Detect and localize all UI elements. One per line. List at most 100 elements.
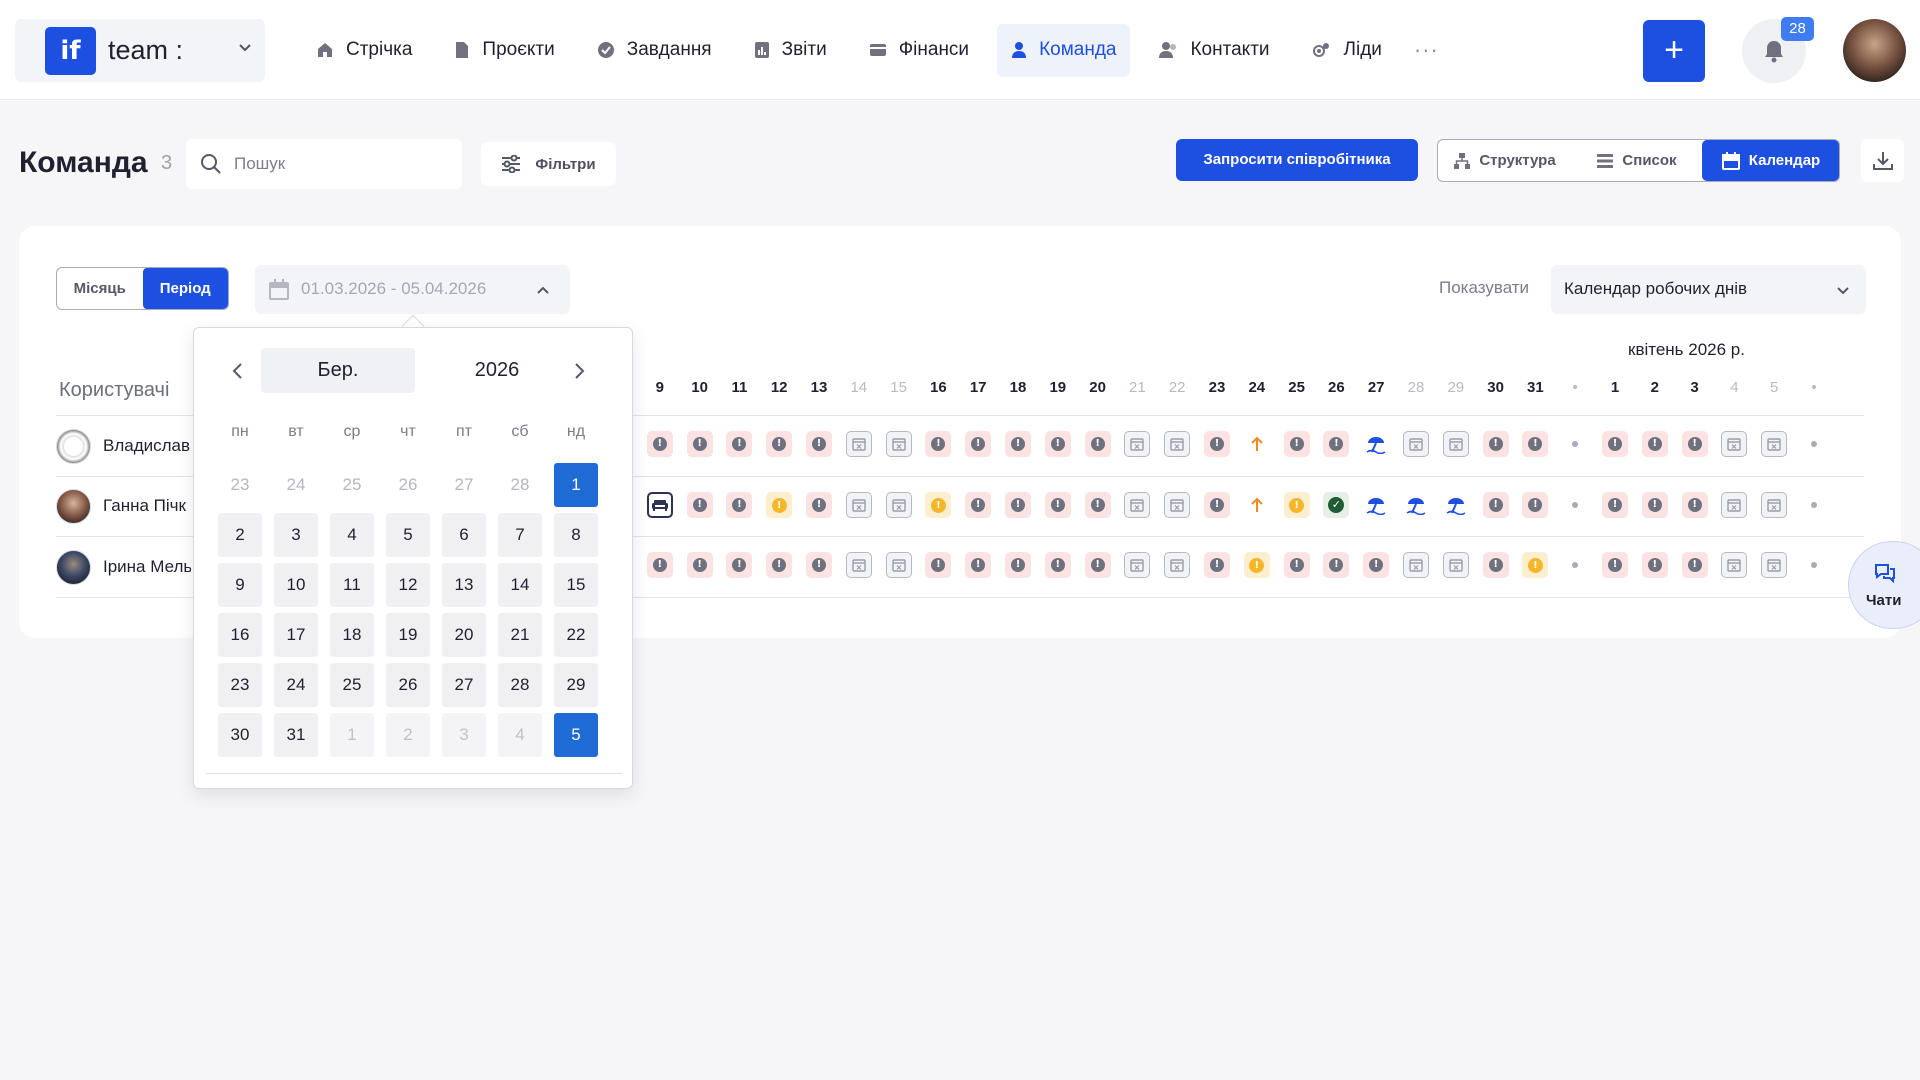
day-status-cell-cal[interactable] [1442,552,1469,578]
day-status-cell-miss[interactable]: ! [1602,492,1628,518]
picker-day-outside-month[interactable]: 3 [442,713,486,757]
day-status-cell-miss[interactable]: ! [1005,552,1031,578]
picker-day[interactable]: 8 [554,513,598,557]
invite-employee-button[interactable]: Запросити співробітника [1176,139,1418,181]
picker-day[interactable]: 13 [442,563,486,607]
day-status-cell-dot[interactable] [1801,552,1827,578]
day-status-cell-cal[interactable] [885,492,912,518]
day-status-cell-miss[interactable]: ! [646,552,673,578]
day-status-cell-vac[interactable] [1363,431,1389,457]
day-status-cell-cal[interactable] [1403,552,1429,578]
day-status-cell-miss[interactable]: ! [1522,492,1549,518]
day-status-cell-cal[interactable] [845,431,872,457]
nav-item-finance[interactable]: Фінанси [855,24,983,77]
nav-item-reports[interactable]: Звіти [740,24,841,77]
picker-day[interactable]: 7 [498,513,542,557]
date-range-field[interactable]: 01.03.2026 - 05.04.2026 [255,265,570,314]
mode-period-button[interactable]: Період [142,268,228,309]
download-button[interactable] [1861,139,1904,182]
day-status-cell-cal[interactable] [1721,552,1748,578]
day-status-cell-dot[interactable] [1562,492,1588,518]
day-status-cell-up[interactable] [1244,492,1270,518]
picker-day-selected[interactable]: 5 [554,713,598,757]
more-menu-button[interactable]: ··· [1414,37,1439,63]
day-status-cell-miss[interactable]: ! [1044,431,1071,457]
picker-day[interactable]: 31 [274,713,318,757]
day-status-cell-up[interactable] [1244,431,1270,457]
picker-day[interactable]: 24 [274,663,318,707]
day-status-cell-cal[interactable] [1761,431,1788,457]
picker-day-selected[interactable]: 1 [554,463,598,507]
picker-day-outside-month[interactable]: 28 [498,463,542,507]
day-status-cell-warn[interactable]: ! [1522,552,1549,578]
day-status-cell-miss[interactable]: ! [806,552,832,578]
day-status-cell-cal[interactable] [845,492,872,518]
mode-month-button[interactable]: Місяць [57,268,143,309]
picker-day[interactable]: 21 [498,613,542,657]
day-status-cell-miss[interactable]: ! [726,492,753,518]
day-status-cell-miss[interactable]: ! [925,431,952,457]
picker-day[interactable]: 15 [554,563,598,607]
day-status-cell-miss[interactable]: ! [1641,492,1668,518]
day-status-cell-cal[interactable] [885,431,912,457]
picker-day[interactable]: 14 [498,563,542,607]
day-status-cell-miss[interactable]: ! [1681,431,1708,457]
day-status-cell-miss[interactable]: ! [1044,552,1071,578]
day-status-cell-miss[interactable]: ! [1363,552,1390,578]
day-status-cell-miss[interactable]: ! [1084,431,1111,457]
day-status-cell-miss[interactable]: ! [925,552,952,578]
day-status-cell-miss[interactable]: ! [1283,552,1310,578]
user-row[interactable]: Ганна Пічк [56,476,196,536]
day-status-cell-miss[interactable]: ! [686,492,713,518]
picker-day[interactable]: 4 [330,513,374,557]
picker-day[interactable]: 5 [386,513,430,557]
day-status-cell-cal[interactable] [885,552,912,578]
picker-day[interactable]: 29 [554,663,598,707]
day-status-cell-vac[interactable] [1443,492,1469,518]
filters-button[interactable]: Фільтри [481,142,616,186]
day-status-cell-miss[interactable]: ! [965,552,992,578]
show-select[interactable]: Календар робочих днів [1551,265,1866,314]
nav-item-feed[interactable]: Стрічка [302,24,426,77]
day-status-cell-dot[interactable] [1562,431,1588,457]
day-status-cell-miss[interactable]: ! [1482,552,1509,578]
picker-day[interactable]: 2 [218,513,262,557]
day-status-cell-miss[interactable]: ! [1323,552,1350,578]
chevron-right-icon[interactable] [572,362,586,380]
day-status-cell-miss[interactable]: ! [965,431,992,457]
day-status-cell-cal[interactable] [1124,431,1151,457]
day-status-cell-ok[interactable]: ✓ [1323,492,1350,518]
picker-day-outside-month[interactable]: 24 [274,463,318,507]
day-status-cell-warn[interactable]: ! [766,492,793,518]
day-status-cell-miss[interactable]: ! [1005,431,1031,457]
day-status-cell-miss[interactable]: ! [726,552,753,578]
day-status-cell-miss[interactable]: ! [1005,492,1031,518]
picker-day-outside-month[interactable]: 26 [386,463,430,507]
day-status-cell-cal[interactable] [1124,492,1151,518]
picker-day[interactable]: 11 [330,563,374,607]
nav-item-team[interactable]: Команда [997,23,1131,77]
day-status-cell-cal[interactable] [1403,431,1429,457]
picker-year-select[interactable]: 2026 [447,348,547,393]
day-status-cell-miss[interactable]: ! [686,552,713,578]
view-list-button[interactable]: Список [1571,140,1702,181]
day-status-cell-miss[interactable]: ! [1641,552,1668,578]
day-status-cell-miss[interactable]: ! [1283,431,1310,457]
picker-day-outside-month[interactable]: 2 [386,713,430,757]
day-status-cell-miss[interactable]: ! [766,552,793,578]
day-status-cell-miss[interactable]: ! [1204,431,1230,457]
picker-day[interactable]: 30 [218,713,262,757]
day-status-cell-warn[interactable]: ! [1243,552,1270,578]
day-status-cell-warn[interactable]: ! [1283,492,1310,518]
picker-day[interactable]: 26 [386,663,430,707]
day-status-cell-dot[interactable] [1801,492,1827,518]
picker-day[interactable]: 25 [330,663,374,707]
day-status-cell-cal[interactable] [1442,431,1469,457]
day-status-cell-cal[interactable] [1164,552,1191,578]
picker-month-select[interactable]: Бер. [261,348,415,393]
nav-item-contacts[interactable]: Контакти [1144,24,1283,77]
picker-day[interactable]: 27 [442,663,486,707]
picker-day[interactable]: 3 [274,513,318,557]
picker-day[interactable]: 28 [498,663,542,707]
day-status-cell-miss[interactable]: ! [686,431,713,457]
